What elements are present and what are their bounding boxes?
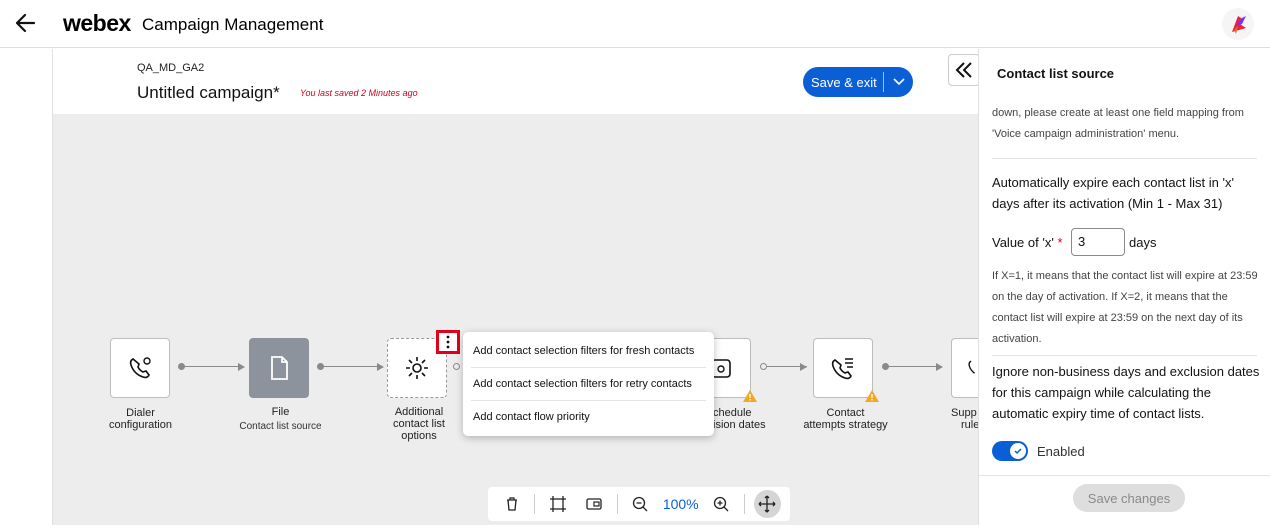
expire-heading: Automatically expire each contact list i… xyxy=(992,175,1234,211)
arrow-icon xyxy=(936,363,943,371)
save-exit-button[interactable]: Save & exit xyxy=(803,67,913,97)
enabled-toggle[interactable] xyxy=(992,441,1028,461)
suppression-rules-label: Supp rule xyxy=(951,407,978,431)
suppression-line1: Supp xyxy=(951,407,977,419)
schedule-label-line1: chedule xyxy=(713,407,752,419)
dialer-configuration-node[interactable] xyxy=(110,338,170,398)
warning-icon xyxy=(865,390,879,402)
expire-note: If X=1, it means that the contact list w… xyxy=(992,270,1258,345)
app-title: Campaign Management xyxy=(142,15,324,34)
arrow-icon xyxy=(377,363,384,371)
arrow-icon xyxy=(238,363,245,371)
file-node-label: File Contact list source xyxy=(228,406,333,433)
zoom-in-icon[interactable] xyxy=(708,490,735,518)
campaign-header: QA_MD_GA2 Untitled campaign* You last sa… xyxy=(53,49,978,114)
file-label: File xyxy=(271,406,290,418)
connector-line xyxy=(323,366,377,367)
more-options-icon[interactable] xyxy=(436,330,460,354)
phone-icon xyxy=(968,360,975,374)
campaign-name[interactable]: Untitled campaign* xyxy=(137,83,280,103)
webex-logo: webex xyxy=(63,10,131,36)
connector-line xyxy=(184,366,238,367)
x-label-text: Value of 'x' xyxy=(992,235,1054,250)
properties-panel: Contact list source down, please create … xyxy=(978,49,1270,525)
connector-line xyxy=(888,366,936,367)
top-bar: webex Campaign Management xyxy=(0,0,1270,48)
contact-attempts-line2: attempts strategy xyxy=(803,419,888,431)
flow-canvas[interactable]: Dialer configuration File Contact list s… xyxy=(53,114,978,525)
panel-divider xyxy=(992,158,1257,159)
schedule-label-line2: ision dates xyxy=(713,419,766,431)
zoom-out-icon[interactable] xyxy=(627,490,654,518)
menu-item-retry-filters[interactable]: Add contact selection filters for retry … xyxy=(473,378,692,390)
gear-icon xyxy=(406,357,428,379)
back-arrow-icon[interactable] xyxy=(12,9,40,37)
menu-divider xyxy=(471,367,706,368)
suppression-line2: rule xyxy=(961,419,978,431)
arrow-icon xyxy=(800,363,807,371)
last-saved-note: You last saved 2 Minutes ago xyxy=(300,88,418,98)
minimap-icon[interactable] xyxy=(580,490,607,518)
toolbar-divider xyxy=(616,494,618,514)
connector-dot xyxy=(453,363,460,370)
save-changes-button[interactable]: Save changes xyxy=(1073,484,1185,512)
toolbar-divider xyxy=(534,494,536,514)
file-icon xyxy=(271,356,288,380)
save-exit-label: Save & exit xyxy=(811,74,877,90)
double-chevron-left-icon xyxy=(955,62,972,78)
ignore-heading: Ignore non-business days and exclusion d… xyxy=(992,364,1260,421)
phone-gear-icon xyxy=(129,357,151,379)
phone-list-icon xyxy=(831,358,853,380)
panel-divider xyxy=(979,475,1270,476)
x-value-input[interactable]: 3 xyxy=(1071,228,1125,256)
file-sublabel: Contact list source xyxy=(239,421,322,432)
contact-attempts-line1: Contact xyxy=(826,407,865,419)
campaign-code: QA_MD_GA2 xyxy=(137,62,205,74)
warning-icon xyxy=(743,390,757,402)
connector-dot xyxy=(760,363,767,370)
panel-title: Contact list source xyxy=(997,66,1115,81)
dialer-configuration-label: Dialer configuration xyxy=(109,407,172,431)
required-asterisk: * xyxy=(1057,235,1063,250)
pan-move-icon[interactable] xyxy=(753,490,782,518)
toggle-label: Enabled xyxy=(1037,444,1085,459)
chevron-down-icon[interactable] xyxy=(884,77,913,87)
menu-item-fresh-filters[interactable]: Add contact selection filters for fresh … xyxy=(473,345,694,357)
days-label: days xyxy=(1129,235,1157,250)
menu-divider xyxy=(471,400,706,401)
collapse-panel-button[interactable] xyxy=(948,54,980,86)
suppression-rules-node[interactable] xyxy=(951,338,978,398)
context-menu: Add contact selection filters for fresh … xyxy=(463,332,714,436)
contact-attempts-node[interactable] xyxy=(813,338,873,398)
menu-item-flow-priority[interactable]: Add contact flow priority xyxy=(473,411,590,423)
file-node[interactable] xyxy=(249,338,309,398)
avatar[interactable] xyxy=(1222,8,1254,40)
panel-divider xyxy=(992,355,1257,356)
zoom-level: 100% xyxy=(662,496,699,512)
trash-icon[interactable] xyxy=(498,490,525,518)
contact-attempts-label: Contact attempts strategy xyxy=(793,407,898,431)
fit-to-screen-icon[interactable] xyxy=(544,490,571,518)
additional-options-label: Additional contact list options xyxy=(393,406,445,442)
check-icon xyxy=(1010,443,1026,459)
schedule-dates-label: chedule ision dates xyxy=(713,407,773,431)
left-gutter xyxy=(0,49,53,525)
canvas-toolbar: 100% xyxy=(488,487,790,521)
mapping-note: down, please create at least one field m… xyxy=(992,107,1244,140)
toolbar-divider xyxy=(743,494,745,514)
x-value-label: Value of 'x' * xyxy=(992,235,1063,250)
